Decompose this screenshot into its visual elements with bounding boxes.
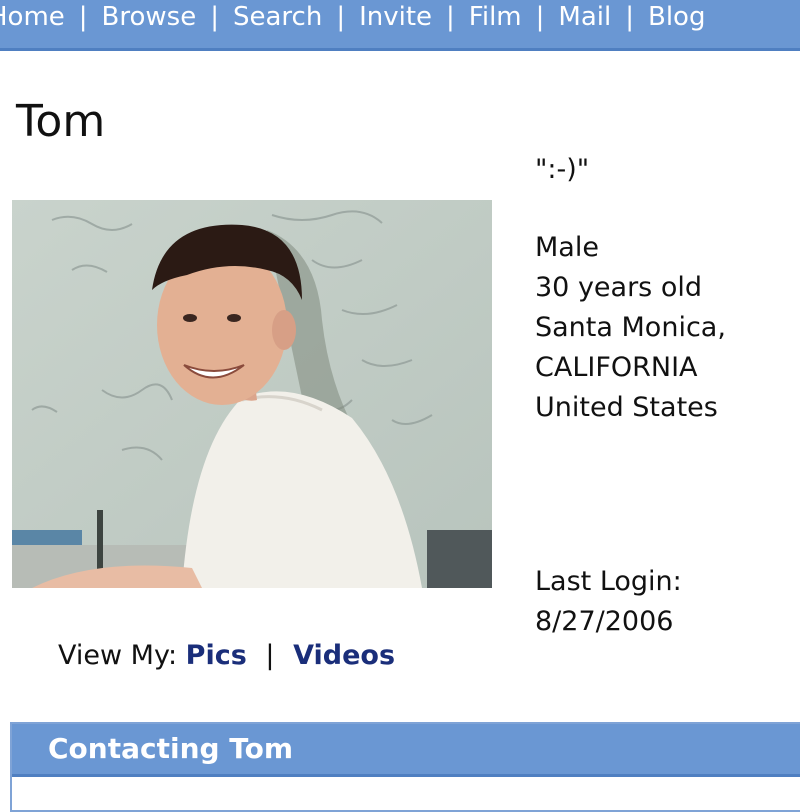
pics-link[interactable]: Pics	[186, 640, 247, 671]
profile-age: 30 years old	[535, 272, 702, 303]
view-my-label: View My:	[58, 640, 178, 671]
nav-link-home[interactable]: Home	[0, 2, 65, 32]
profile-details: Male 30 years old Santa Monica, CALIFORN…	[535, 228, 726, 428]
nav-link-invite[interactable]: Invite	[359, 2, 432, 32]
profile-photo-illustration	[12, 200, 492, 588]
nav-link-blog[interactable]: Blog	[648, 2, 705, 32]
profile-city: Santa Monica,	[535, 312, 726, 343]
view-my-separator: |	[265, 640, 275, 671]
profile-state: CALIFORNIA	[535, 352, 698, 383]
nav-separator: |	[336, 2, 346, 32]
nav-separator: |	[210, 2, 219, 32]
nav-link-browse[interactable]: Browse	[102, 2, 197, 32]
last-login-label: Last Login:	[535, 566, 682, 597]
nav-link-search[interactable]: Search	[233, 2, 322, 32]
profile-mood: ":-)"	[535, 154, 590, 185]
profile-name: Tom	[16, 96, 106, 147]
profile-country: United States	[535, 392, 718, 423]
nav-separator: |	[625, 2, 634, 32]
top-navigation-bar: Home | Browse | Search | Invite | Film |…	[0, 0, 800, 51]
last-login: Last Login: 8/27/2006	[535, 562, 682, 642]
view-my-links: View My: Pics | Videos	[58, 640, 395, 671]
profile-photo[interactable]	[12, 200, 492, 588]
last-login-date: 8/27/2006	[535, 606, 674, 637]
nav-items: Home | Browse | Search | Invite | Film |…	[0, 0, 705, 34]
nav-separator: |	[535, 2, 545, 32]
videos-link[interactable]: Videos	[293, 640, 395, 671]
nav-link-mail[interactable]: Mail	[558, 2, 611, 32]
nav-separator: |	[446, 2, 455, 32]
nav-separator: |	[78, 2, 88, 32]
contact-box: Contacting Tom	[10, 722, 800, 812]
contact-box-title: Contacting Tom	[12, 724, 800, 777]
nav-link-film[interactable]: Film	[469, 2, 522, 32]
profile-gender: Male	[535, 232, 599, 263]
